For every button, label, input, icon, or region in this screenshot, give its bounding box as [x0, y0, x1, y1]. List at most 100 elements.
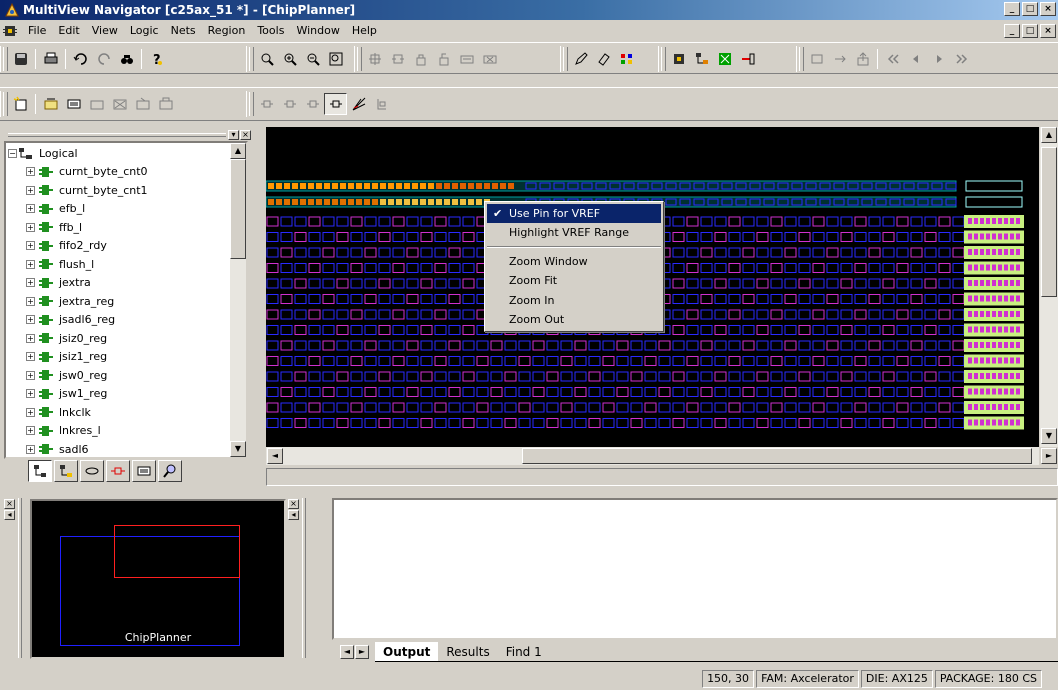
menu-item-zoom-in[interactable]: Zoom In	[487, 291, 661, 310]
logic-cell[interactable]	[294, 263, 307, 273]
menu-window[interactable]: Window	[290, 20, 345, 42]
io-pin[interactable]	[998, 326, 1002, 333]
logic-cell[interactable]	[882, 309, 895, 320]
logic-cell[interactable]	[630, 418, 643, 428]
io-pin[interactable]	[500, 183, 506, 189]
logic-cell[interactable]	[602, 402, 615, 413]
io-pin[interactable]	[968, 326, 972, 333]
logic-cell[interactable]	[924, 263, 937, 273]
logic-cell[interactable]	[840, 418, 853, 428]
logic-cell[interactable]	[392, 356, 405, 366]
logic-cell[interactable]	[798, 371, 811, 382]
logic-cell[interactable]	[896, 340, 909, 351]
logic-cell[interactable]	[560, 340, 573, 351]
io-pin[interactable]	[1004, 342, 1008, 348]
logic-cell[interactable]	[854, 418, 867, 428]
logic-cell[interactable]	[728, 278, 741, 289]
logic-cell[interactable]	[518, 356, 531, 366]
logic-cell[interactable]	[322, 278, 335, 289]
io-pin[interactable]	[980, 373, 984, 379]
logic-cell[interactable]	[378, 263, 391, 273]
logic-cell[interactable]	[756, 325, 769, 335]
io-pin[interactable]	[998, 373, 1002, 379]
tree-item[interactable]: + ffb_l	[26, 219, 82, 236]
logic-cell[interactable]	[266, 232, 279, 242]
logic-cell[interactable]	[462, 247, 475, 258]
menu-item-zoom-fit[interactable]: Zoom Fit	[487, 271, 661, 290]
save-icon[interactable]	[9, 48, 32, 70]
logic-cell[interactable]	[672, 216, 685, 227]
io-pin[interactable]	[992, 388, 996, 395]
logic-cell[interactable]	[350, 356, 363, 366]
logic-cell[interactable]	[714, 278, 727, 289]
mdi-close-button[interactable]: ×	[1040, 24, 1056, 38]
logic-cell[interactable]	[448, 402, 461, 413]
logic-cell[interactable]	[924, 356, 937, 366]
io-pin[interactable]	[998, 311, 1002, 317]
logic-cell[interactable]	[546, 371, 559, 382]
logic-cell[interactable]	[728, 371, 741, 382]
logic-cell[interactable]	[784, 216, 797, 227]
io-pin[interactable]	[986, 373, 990, 379]
tree-item[interactable]: + jextra_reg	[26, 293, 114, 310]
logic-cell[interactable]	[406, 340, 419, 351]
logic-cell[interactable]	[308, 263, 321, 273]
io-pin[interactable]	[992, 249, 996, 255]
logic-cell[interactable]	[406, 294, 419, 304]
logic-cell[interactable]	[896, 216, 909, 227]
logic-cell[interactable]	[322, 387, 335, 397]
logic-cell[interactable]	[336, 232, 349, 242]
menu-tools[interactable]: Tools	[251, 20, 290, 42]
logic-cell[interactable]	[518, 340, 531, 351]
logic-cell[interactable]	[434, 418, 447, 428]
logic-cell[interactable]	[840, 356, 853, 366]
io-pin[interactable]	[980, 404, 984, 410]
menu-item-highlight-vref-range[interactable]: Highlight VREF Range	[487, 223, 661, 242]
chip-icon[interactable]	[667, 48, 690, 70]
io-pin[interactable]	[1010, 249, 1014, 255]
logic-cell[interactable]	[266, 325, 279, 335]
logic-cell[interactable]	[560, 402, 573, 413]
logic-cell[interactable]	[266, 216, 279, 227]
logic-cell[interactable]	[350, 309, 363, 320]
logic-cell[interactable]	[896, 402, 909, 413]
logic-cell[interactable]	[518, 387, 531, 397]
io-pin[interactable]	[1016, 264, 1020, 271]
io-pin[interactable]	[268, 183, 274, 189]
io-pin[interactable]	[992, 419, 996, 426]
logic-cell[interactable]	[546, 356, 559, 366]
logic-cell[interactable]	[308, 418, 321, 428]
tree-item[interactable]: + jsw1_reg	[26, 385, 107, 402]
io-pin[interactable]	[420, 199, 426, 205]
io-pin[interactable]	[986, 280, 990, 286]
logic-cell[interactable]	[686, 418, 699, 428]
logic-cell[interactable]	[910, 387, 923, 397]
logic-cell[interactable]	[462, 418, 475, 428]
logic-cell[interactable]	[434, 232, 447, 242]
logic-cell[interactable]	[854, 356, 867, 366]
tree-item[interactable]: + flush_l	[26, 256, 94, 273]
io-pin[interactable]	[412, 183, 418, 189]
logic-cell[interactable]	[462, 309, 475, 320]
io-pin[interactable]	[1010, 311, 1014, 317]
io-pin[interactable]	[968, 264, 972, 271]
io-pin[interactable]	[980, 264, 984, 271]
select-input-icon[interactable]	[278, 93, 301, 115]
logic-cell[interactable]	[770, 418, 783, 428]
logic-cell[interactable]	[896, 278, 909, 289]
logic-cell[interactable]	[770, 356, 783, 366]
logic-cell[interactable]	[672, 418, 685, 428]
logic-cell[interactable]	[952, 387, 965, 397]
logic-cell[interactable]	[364, 325, 377, 335]
logic-cell[interactable]	[686, 340, 699, 351]
logic-cell[interactable]	[728, 309, 741, 320]
tree-item[interactable]: + curnt_byte_cnt0	[26, 163, 148, 180]
pane-close-button[interactable]: ×	[240, 130, 251, 140]
logic-cell[interactable]	[952, 278, 965, 289]
logic-cell[interactable]	[630, 371, 643, 382]
logic-cell[interactable]	[574, 371, 587, 382]
logic-cell[interactable]	[448, 387, 461, 397]
logic-cell[interactable]	[406, 387, 419, 397]
io-pin[interactable]	[1010, 357, 1014, 364]
io-pin[interactable]	[1004, 419, 1008, 426]
